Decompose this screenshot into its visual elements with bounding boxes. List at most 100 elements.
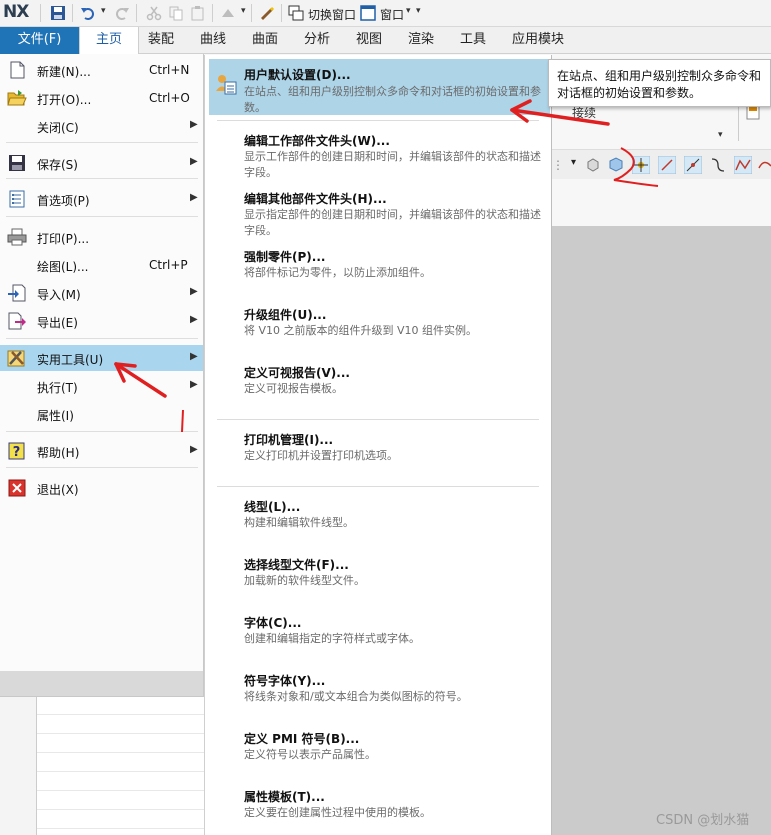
navigator-row — [37, 753, 204, 772]
menu-item-exit[interactable]: 退出(X) — [0, 475, 203, 501]
cut-icon[interactable] — [146, 5, 162, 21]
menu-item-properties[interactable]: 属性(I) — [0, 401, 203, 427]
toolbar-separator — [72, 4, 73, 22]
ribbon-dropdown-icon[interactable]: ▾ — [718, 130, 723, 140]
submenu-item-title: 字体(C)... — [244, 616, 302, 630]
tab-home[interactable]: 主页 — [79, 27, 139, 54]
submenu-item-define-pmi-symbol[interactable]: 定义 PMI 符号(B)... 定义符号以表示产品属性。 — [209, 725, 550, 765]
face-icon[interactable] — [608, 156, 624, 172]
utilities-submenu: 用户默认设置(D)... 在站点、组和用户级别控制众多命令和对话框的初始设置和参… — [204, 55, 552, 835]
submenu-item-force-part[interactable]: 强制零件(P)... 将部件标记为零件，以防止添加组件。 — [209, 243, 550, 283]
submenu-item-line-font[interactable]: 线型(L)... 构建和编辑软件线型。 — [209, 493, 550, 533]
tab-tools[interactable]: 工具 — [460, 27, 486, 54]
menu-item-label: 首选项(P) — [37, 194, 90, 208]
menu-item-preferences[interactable]: 首选项(P) ▶ — [0, 186, 203, 212]
paste-icon[interactable] — [190, 5, 206, 21]
save-icon[interactable] — [50, 5, 66, 21]
menu-item-label: 导出(E) — [37, 316, 78, 330]
submenu-item-define-visual-report[interactable]: 定义可视报告(V)... 定义可视报告模板。 — [209, 359, 550, 399]
submenu-item-desc: 定义可视报告模板。 — [244, 382, 343, 395]
menu-item-label: 实用工具(U) — [37, 353, 104, 367]
menu-item-close[interactable]: 关闭(C) ▶ — [0, 113, 203, 139]
tab-render[interactable]: 渲染 — [408, 27, 434, 54]
svg-text:?: ? — [13, 445, 21, 460]
switch-window-icon[interactable] — [288, 5, 304, 21]
ribbon-separator — [738, 101, 739, 141]
navigator-row — [37, 772, 204, 791]
submenu-item-desc: 定义符号以表示产品属性。 — [244, 748, 376, 761]
preferences-icon — [9, 190, 25, 208]
submenu-item-user-defaults[interactable]: 用户默认设置(D)... 在站点、组和用户级别控制众多命令和对话框的初始设置和参… — [209, 59, 550, 115]
menu-item-plot[interactable]: 绘图(L)... Ctrl+P — [0, 252, 203, 278]
touch-mode-icon[interactable] — [259, 5, 275, 21]
curve-icon[interactable] — [710, 156, 726, 174]
submenu-separator — [217, 419, 539, 420]
spline-icon[interactable] — [734, 156, 752, 174]
toolbar-grip-icon: ⋮ — [552, 158, 564, 172]
snap-dropdown-icon[interactable]: ▾ — [571, 157, 576, 168]
redo-icon[interactable] — [114, 5, 130, 21]
menu-item-new[interactable]: 新建(N)... Ctrl+N — [0, 57, 203, 83]
menu-item-import[interactable]: 导入(M) ▶ — [0, 280, 203, 306]
line-point-icon[interactable] — [684, 156, 702, 174]
submenu-item-attribute-templates[interactable]: 属性模板(T)... 定义要在创建属性过程中使用的模板。 — [209, 783, 550, 823]
copy-icon[interactable] — [168, 5, 184, 21]
snap-point-icon[interactable] — [632, 156, 650, 174]
window-menu-label[interactable]: 窗口 — [380, 6, 404, 23]
submenu-item-printer-admin[interactable]: 打印机管理(I)... 定义打印机并设置打印机选项。 — [209, 426, 550, 466]
window-icon[interactable] — [360, 5, 376, 21]
menu-separator — [6, 467, 198, 468]
submenu-item-font[interactable]: 字体(C)... 创建和编辑指定的字符样式或字体。 — [209, 609, 550, 649]
toolbar-separator — [136, 4, 137, 22]
menu-item-execute[interactable]: 执行(T) ▶ — [0, 373, 203, 399]
submenu-item-edit-other-part-header[interactable]: 编辑其他部件文件头(H)... 显示指定部件的创建日期和时间，并编辑该部件的状态… — [209, 185, 550, 241]
window-dropdown-icon[interactable]: ▾ — [406, 6, 411, 16]
undo-dropdown-icon[interactable]: ▾ — [101, 6, 106, 16]
file-tab[interactable]: 文件(F) — [0, 27, 79, 54]
solid-body-icon[interactable] — [585, 156, 601, 172]
submenu-item-desc: 将 V10 之前版本的组件升级到 V10 组件实例。 — [244, 324, 478, 337]
submenu-item-symbol-font[interactable]: 符号字体(Y)... 将线条对象和/或文本组合为类似图标的符号。 — [209, 667, 550, 707]
submenu-item-title: 属性模板(T)... — [244, 790, 325, 804]
navigator-row — [37, 791, 204, 810]
submenu-item-edit-work-part-header[interactable]: 编辑工作部件文件头(W)... 显示工作部件的创建日期和时间，并编辑该部件的状态… — [209, 127, 550, 183]
submenu-item-upgrade-components[interactable]: 升级组件(U)... 将 V10 之前版本的组件升级到 V10 组件实例。 — [209, 301, 550, 341]
graphics-window[interactable] — [548, 226, 771, 835]
menu-item-print[interactable]: 打印(P)... — [0, 224, 203, 250]
tab-applications[interactable]: 应用模块 — [512, 27, 564, 54]
submenu-item-desc: 显示指定部件的创建日期和时间，并编辑该部件的状态和描述字段。 — [244, 208, 541, 237]
tab-curve[interactable]: 曲线 — [200, 27, 226, 54]
tab-surface[interactable]: 曲面 — [252, 27, 278, 54]
navigator-row — [37, 696, 204, 715]
exit-icon — [8, 479, 26, 497]
tab-assembly[interactable]: 装配 — [148, 27, 174, 54]
menu-item-utilities[interactable]: 实用工具(U) ▶ — [0, 345, 203, 371]
user-defaults-icon — [216, 75, 237, 95]
menu-item-label: 新建(N)... — [37, 65, 91, 79]
menu-item-save[interactable]: 保存(S) ▶ — [0, 150, 203, 176]
repeat-command-icon[interactable] — [220, 5, 236, 21]
import-icon — [8, 284, 26, 302]
submenu-item-desc: 构建和编辑软件线型。 — [244, 516, 354, 529]
menu-item-open[interactable]: 打开(O)... Ctrl+O — [0, 85, 203, 111]
tab-view[interactable]: 视图 — [356, 27, 382, 54]
repeat-dropdown-icon[interactable]: ▾ — [241, 6, 246, 16]
submenu-arrow-icon: ▶ — [190, 351, 198, 362]
undo-icon[interactable] — [80, 5, 96, 21]
utilities-icon — [7, 350, 25, 367]
line-icon[interactable] — [658, 156, 676, 174]
arc-icon[interactable] — [758, 156, 771, 174]
switch-window-label[interactable]: 切换窗口 — [308, 6, 356, 23]
customize-qat-icon[interactable]: ▾ — [416, 6, 421, 16]
tab-analysis[interactable]: 分析 — [304, 27, 330, 54]
submenu-item-title: 用户默认设置(D)... — [244, 68, 351, 82]
menu-item-export[interactable]: 导出(E) ▶ — [0, 308, 203, 334]
submenu-item-select-line-font-file[interactable]: 选择线型文件(F)... 加载新的软件线型文件。 — [209, 551, 550, 591]
submenu-arrow-icon: ▶ — [190, 314, 198, 325]
ribbon-tabs: 文件(F) 主页 装配 曲线 曲面 分析 视图 渲染 工具 应用模块 — [0, 27, 771, 54]
submenu-arrow-icon: ▶ — [190, 286, 198, 297]
menu-item-help[interactable]: ? 帮助(H) ▶ — [0, 438, 203, 464]
menu-separator — [6, 142, 198, 143]
menu-item-label: 导入(M) — [37, 288, 81, 302]
submenu-arrow-icon: ▶ — [190, 119, 198, 130]
